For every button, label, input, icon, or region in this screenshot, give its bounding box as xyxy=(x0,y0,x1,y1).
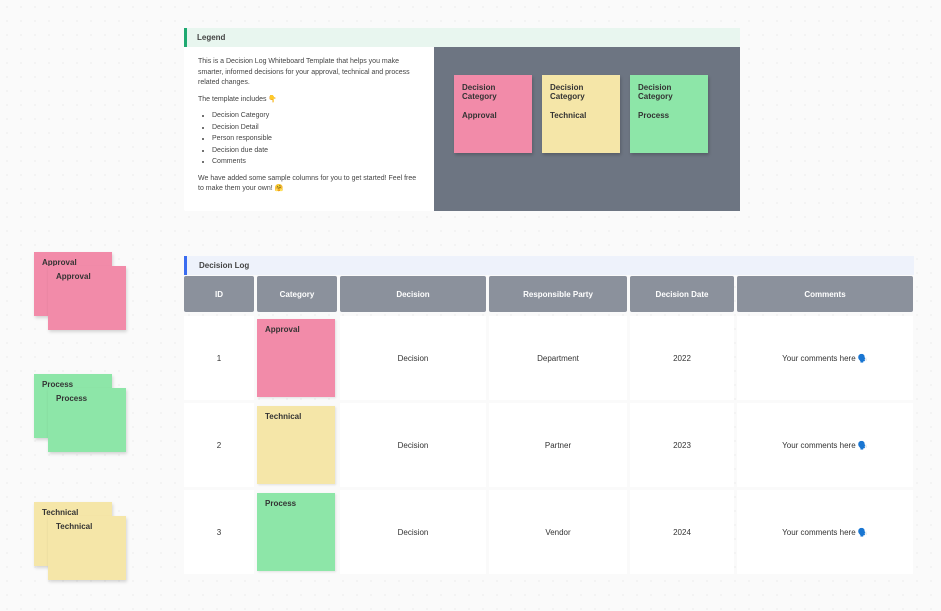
column-header-responsible: Responsible Party xyxy=(489,276,627,312)
cell-decision[interactable]: Decision xyxy=(340,316,486,400)
legend-card-approval[interactable]: Decision Category Approval xyxy=(454,75,532,153)
legend-bullet: Decision Detail xyxy=(212,123,420,134)
legend-title: Legend xyxy=(184,28,740,47)
legend-card-label: Approval xyxy=(462,111,497,120)
column-header-comments: Comments xyxy=(737,276,913,312)
cell-category[interactable]: Process xyxy=(257,490,337,574)
legend-intro: This is a Decision Log Whiteboard Templa… xyxy=(198,57,420,89)
cell-comments[interactable]: Your comments here 🗣️ xyxy=(737,316,913,400)
cell-responsible[interactable]: Vendor xyxy=(489,490,627,574)
legend-card-technical[interactable]: Decision Category Technical xyxy=(542,75,620,153)
cell-date[interactable]: 2022 xyxy=(630,316,734,400)
table-row[interactable]: 1 Approval Decision Department 2022 Your… xyxy=(184,316,914,400)
cell-comments[interactable]: Your comments here 🗣️ xyxy=(737,403,913,487)
decision-log-table: ID Category Decision Responsible Party D… xyxy=(184,276,914,577)
decision-log-title: Decision Log xyxy=(184,256,914,275)
legend-bullet: Decision Category xyxy=(212,111,420,122)
legend-text: This is a Decision Log Whiteboard Templa… xyxy=(184,47,434,211)
cell-comments[interactable]: Your comments here 🗣️ xyxy=(737,490,913,574)
sticky-note[interactable]: Technical xyxy=(48,516,126,580)
sticky-label: Approval xyxy=(56,272,91,281)
cell-category[interactable]: Technical xyxy=(257,403,337,487)
category-sticky[interactable]: Approval xyxy=(257,319,335,397)
cell-id[interactable]: 2 xyxy=(184,403,254,487)
cell-responsible[interactable]: Department xyxy=(489,316,627,400)
legend-cards-area: Decision Category Approval Decision Cate… xyxy=(434,47,740,211)
category-sticky[interactable]: Process xyxy=(257,493,335,571)
table-header-row: ID Category Decision Responsible Party D… xyxy=(184,276,914,312)
column-header-decision: Decision xyxy=(340,276,486,312)
column-header-category: Category xyxy=(257,276,337,312)
sticky-label: Technical xyxy=(56,522,92,531)
legend-card-heading: Decision Category xyxy=(462,83,524,101)
legend-card-heading: Decision Category xyxy=(550,83,612,101)
legend-includes-label: The template includes 👇 xyxy=(198,95,420,106)
cell-category[interactable]: Approval xyxy=(257,316,337,400)
cell-date[interactable]: 2024 xyxy=(630,490,734,574)
legend-bullet: Person responsible xyxy=(212,134,420,145)
cell-id[interactable]: 1 xyxy=(184,316,254,400)
cell-id[interactable]: 3 xyxy=(184,490,254,574)
legend-card-heading: Decision Category xyxy=(638,83,700,101)
column-header-id: ID xyxy=(184,276,254,312)
sticky-note[interactable]: Approval xyxy=(48,266,126,330)
legend-outro: We have added some sample columns for yo… xyxy=(198,174,420,195)
legend-card-label: Process xyxy=(638,111,669,120)
legend-bullet: Comments xyxy=(212,157,420,168)
legend-body: This is a Decision Log Whiteboard Templa… xyxy=(184,47,740,211)
legend-card-label: Technical xyxy=(550,111,586,120)
whiteboard-canvas[interactable]: Legend This is a Decision Log Whiteboard… xyxy=(0,0,941,611)
table-row[interactable]: 3 Process Decision Vendor 2024 Your comm… xyxy=(184,490,914,574)
legend-panel: Legend This is a Decision Log Whiteboard… xyxy=(184,28,740,211)
sticky-note[interactable]: Process xyxy=(48,388,126,452)
column-header-date: Decision Date xyxy=(630,276,734,312)
cell-decision[interactable]: Decision xyxy=(340,403,486,487)
legend-bullet-list: Decision Category Decision Detail Person… xyxy=(212,111,420,168)
table-row[interactable]: 2 Technical Decision Partner 2023 Your c… xyxy=(184,403,914,487)
cell-date[interactable]: 2023 xyxy=(630,403,734,487)
cell-decision[interactable]: Decision xyxy=(340,490,486,574)
legend-bullet: Decision due date xyxy=(212,146,420,157)
category-sticky[interactable]: Technical xyxy=(257,406,335,484)
cell-responsible[interactable]: Partner xyxy=(489,403,627,487)
sticky-label: Process xyxy=(56,394,87,403)
legend-card-process[interactable]: Decision Category Process xyxy=(630,75,708,153)
